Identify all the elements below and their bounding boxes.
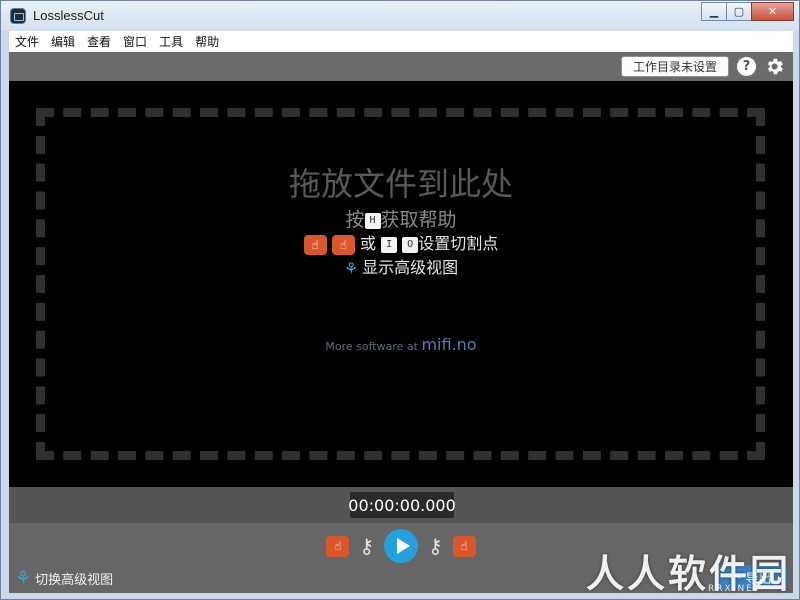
cutpoint-suffix: 设置切割点 — [418, 234, 499, 253]
help-icon[interactable]: ? — [737, 57, 756, 76]
settings-gear-icon[interactable] — [764, 56, 785, 77]
cutpoint-hint: ☝ ☝ 或 I O 设置切割点 — [9, 230, 793, 255]
file-drop-zone[interactable]: 拖放文件到此处 按 H 获取帮助 ☝ ☝ 或 I O 设置切割点 ⚘ 显示高级视图 Mo… — [9, 81, 793, 487]
more-software-credit: More software at mifi.no — [9, 335, 793, 354]
close-button[interactable]: ✕ — [751, 2, 794, 21]
working-directory-button[interactable]: 工作目录未设置 — [621, 56, 729, 77]
menu-help[interactable]: 帮助 — [195, 33, 219, 50]
maximize-button[interactable]: ▢ — [726, 2, 752, 21]
cut-start-hand-icon: ☝ — [334, 539, 342, 553]
more-software-text: More software at — [325, 340, 418, 353]
top-toolbar: 工作目录未设置 ? — [9, 52, 793, 81]
help-key: H — [364, 212, 381, 229]
help-hint-suffix: 获取帮助 — [380, 209, 457, 231]
menu-bar: 文件 编辑 查看 窗口 工具 帮助 — [9, 31, 793, 52]
drop-files-title: 拖放文件到此处 — [288, 165, 513, 203]
cut-end-hand-icon: ☝ — [460, 539, 468, 553]
advanced-view-hint: ⚘ 显示高级视图 — [9, 254, 793, 278]
advanced-view-label: 显示高级视图 — [362, 258, 459, 277]
maximize-icon: ▢ — [733, 5, 745, 18]
cutpoint-or: 或 — [359, 234, 376, 253]
mifi-link[interactable]: mifi.no — [421, 335, 476, 354]
toggle-advanced-view-button[interactable]: ⚘ 切换高级视图 — [15, 568, 113, 589]
key-o: O — [402, 236, 419, 253]
set-cut-end-button[interactable]: ☝ — [452, 535, 476, 557]
site-watermark-sub: RRX.NET — [708, 584, 762, 594]
jump-cut-start-key-icon[interactable]: ⚷ — [359, 534, 374, 558]
window-title: LosslessCut — [33, 8, 104, 23]
set-cut-start-button[interactable]: ☝ — [326, 535, 350, 557]
app-logo-icon — [10, 8, 26, 24]
play-button[interactable] — [384, 529, 418, 563]
toggle-advanced-label: 切换高级视图 — [35, 573, 114, 588]
menu-view[interactable]: 查看 — [87, 33, 111, 50]
app-content: 工作目录未设置 ? 拖放文件到此处 按 H 获取帮助 ☝ ☝ 或 I O 设置切割点 … — [9, 52, 793, 593]
timecode-display[interactable]: 00:00:00.000 — [348, 492, 456, 518]
advanced-view-icon: ⚘ — [343, 259, 359, 278]
menu-file[interactable]: 文件 — [15, 33, 39, 50]
menu-edit[interactable]: 编辑 — [51, 33, 75, 50]
key-i: I — [381, 236, 398, 253]
cut-start-icon: ☝ — [303, 234, 327, 255]
jump-cut-end-key-icon[interactable]: ⚷ — [428, 534, 443, 558]
app-window: LosslessCut ▁ ▢ ✕ 文件 编辑 查看 窗口 工具 帮助 工作目录… — [0, 0, 800, 600]
help-hint-prefix: 按 — [345, 209, 365, 231]
caption-buttons: ▁ ▢ ✕ — [701, 2, 794, 22]
minimize-button[interactable]: ▁ — [701, 2, 727, 21]
cut-end-icon: ☝ — [331, 234, 355, 255]
help-hint: 按 H 获取帮助 — [9, 205, 793, 232]
close-icon: ✕ — [767, 5, 778, 18]
menu-window[interactable]: 窗口 — [123, 33, 147, 50]
menu-tools[interactable]: 工具 — [159, 33, 183, 50]
title-bar[interactable]: LosslessCut ▁ ▢ ✕ — [1, 1, 799, 31]
minimize-icon: ▁ — [709, 5, 719, 18]
timeline[interactable]: 00:00:00.000 — [9, 487, 793, 523]
advanced-view-toggle-icon: ⚘ — [15, 568, 32, 589]
